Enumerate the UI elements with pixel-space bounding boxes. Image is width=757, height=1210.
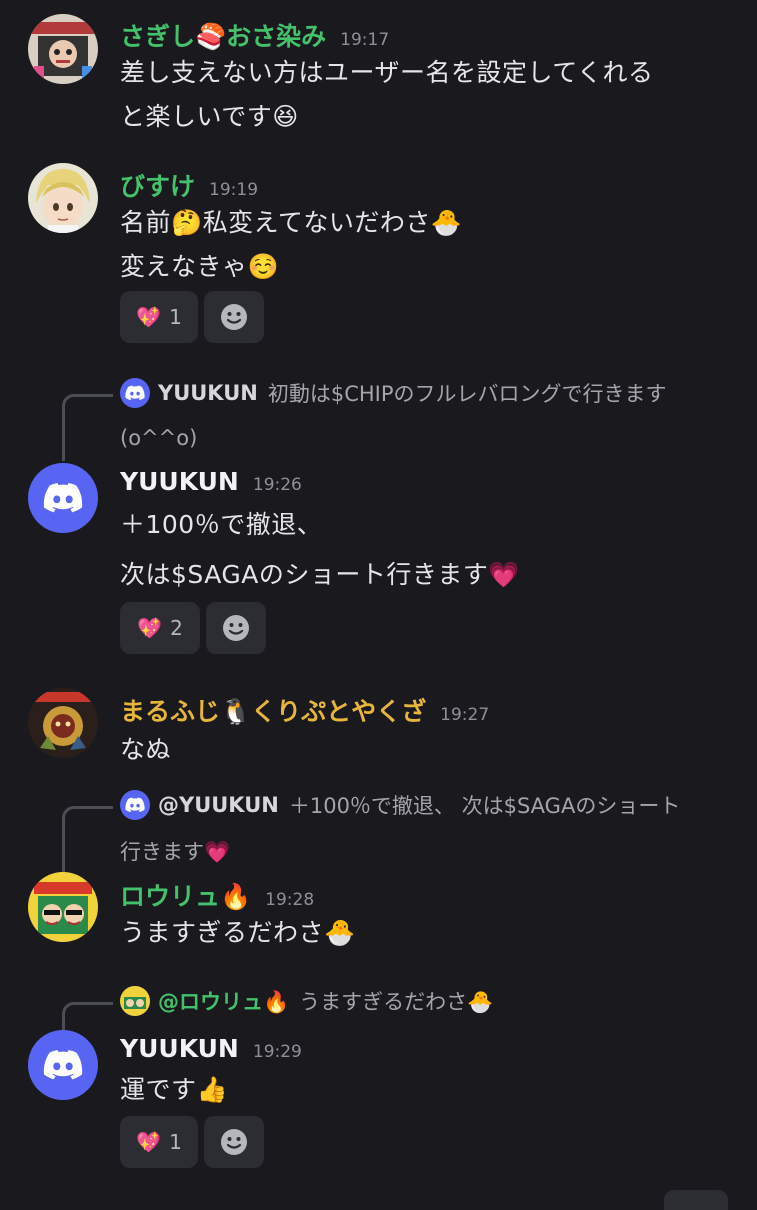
reaction-button[interactable]: 💖 1 — [120, 291, 198, 343]
reply-text-continued: 行きます💗 — [120, 840, 231, 864]
username[interactable]: びすけ — [120, 167, 195, 203]
message-text: 変えなきゃ☺️ — [120, 252, 280, 281]
message-text: なぬ — [120, 735, 172, 764]
reply-connector — [62, 394, 113, 461]
reply-text-continued: (o^^o) — [120, 426, 198, 450]
avatar-image-icon — [28, 163, 98, 233]
timestamp: 19:28 — [265, 890, 315, 910]
avatar-image-icon — [28, 688, 98, 758]
discord-logo-icon — [43, 1050, 83, 1080]
avatar[interactable] — [28, 163, 98, 233]
reply-preview[interactable]: @ロウリュ🔥 うますぎるだわさ🐣 — [120, 986, 493, 1016]
timestamp: 19:17 — [340, 30, 390, 50]
add-reaction-button[interactable] — [204, 1116, 264, 1168]
reaction-button[interactable]: 💖 1 — [120, 1116, 198, 1168]
message-text: 運です👍 — [120, 1075, 229, 1104]
timestamp: 19:29 — [252, 1042, 302, 1062]
avatar-image-icon — [120, 986, 150, 1016]
scroll-pill[interactable] — [664, 1190, 728, 1210]
timestamp: 19:19 — [209, 180, 259, 200]
reply-author: @YUUKUN — [158, 793, 279, 817]
username[interactable]: YUUKUN — [120, 1034, 239, 1063]
message-text: うますぎるだわさ🐣 — [120, 918, 356, 947]
reaction-count: 1 — [169, 305, 182, 329]
add-reaction-button[interactable] — [204, 291, 264, 343]
avatar[interactable] — [28, 688, 98, 758]
message-text: 差し支えない方はユーザー名を設定してくれる — [120, 58, 654, 87]
reply-author: @ロウリュ🔥 — [158, 990, 290, 1014]
reply-preview[interactable]: YUUKUN 初動は$CHIPのフルレバロングで行きます — [120, 378, 667, 408]
username[interactable]: ロウリュ🔥 — [120, 877, 251, 913]
sparkling-heart-icon: 💖 — [136, 1130, 162, 1154]
avatar[interactable] — [28, 872, 98, 942]
sparkling-heart-icon: 💖 — [136, 305, 162, 329]
add-reaction-icon — [223, 615, 249, 641]
reply-author: YUUKUN — [158, 381, 258, 405]
reply-text: 初動は$CHIPのフルレバロングで行きます — [267, 382, 667, 406]
timestamp: 19:26 — [252, 475, 302, 495]
message-text: ＋100％で撤退、 — [120, 510, 323, 539]
message-text: と楽しいです😆 — [120, 102, 299, 131]
username[interactable]: さぎし🍣おさ染み — [120, 17, 326, 53]
avatar[interactable] — [28, 463, 98, 533]
message-text: 次は$SAGAのショート行きます💗 — [120, 560, 521, 589]
avatar[interactable] — [28, 1030, 98, 1100]
add-reaction-icon — [221, 304, 247, 330]
add-reaction-button[interactable] — [206, 602, 266, 654]
reply-preview[interactable]: @YUUKUN ＋100％で撤退、 次は$SAGAのショート — [120, 790, 680, 820]
message-text: 名前🤔私変えてないだわさ🐣 — [120, 208, 463, 237]
discord-logo-icon — [120, 378, 150, 408]
timestamp: 19:27 — [440, 705, 490, 725]
reaction-count: 1 — [169, 1130, 182, 1154]
discord-logo-icon — [120, 790, 150, 820]
username[interactable]: まるふじ🐧くりぷとやくざ — [120, 692, 426, 728]
reply-text: うますぎるだわさ🐣 — [299, 990, 494, 1014]
avatar-image-icon — [28, 14, 98, 84]
add-reaction-icon — [221, 1129, 247, 1155]
reply-text: ＋100％で撤退、 次は$SAGAのショート — [288, 794, 681, 818]
discord-logo-icon — [43, 483, 83, 513]
reaction-count: 2 — [170, 616, 183, 640]
sparkling-heart-icon: 💖 — [137, 616, 163, 640]
reply-connector — [62, 806, 113, 873]
reaction-button[interactable]: 💖 2 — [120, 602, 200, 654]
avatar[interactable] — [28, 14, 98, 84]
username[interactable]: YUUKUN — [120, 467, 239, 496]
avatar-image-icon — [28, 872, 98, 942]
